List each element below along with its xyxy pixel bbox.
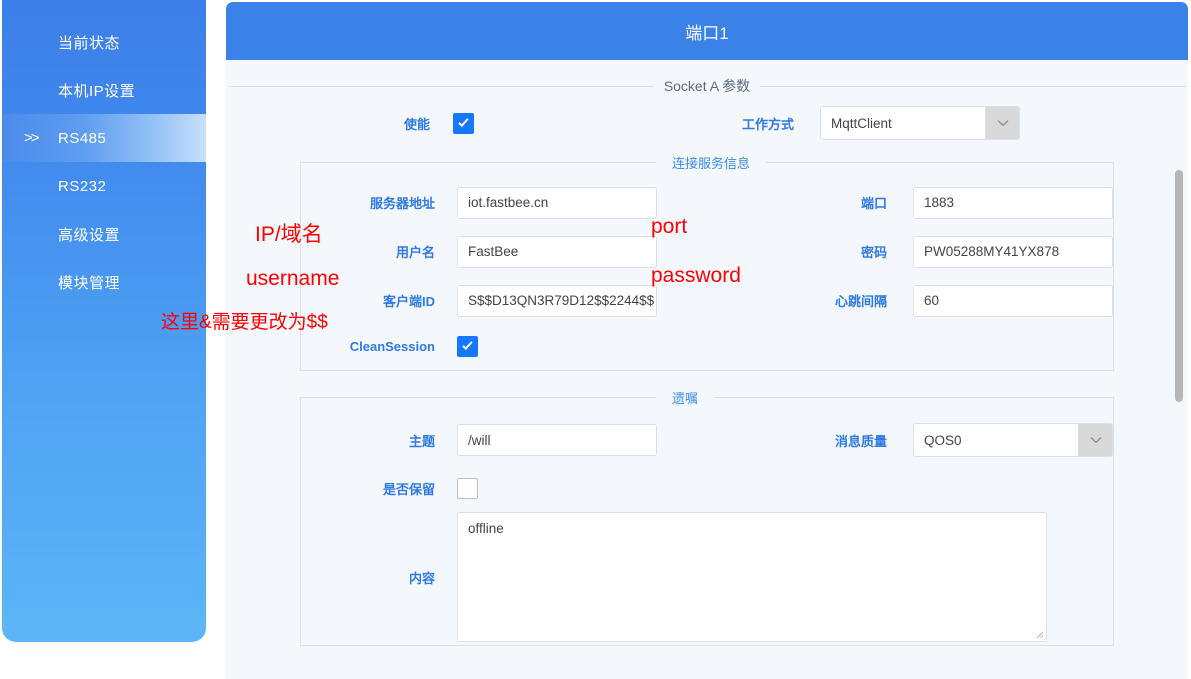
enable-label: 使能 [404, 114, 430, 133]
divider-left [301, 162, 656, 163]
connection-info-legend-label: 连接服务信息 [664, 153, 758, 172]
resize-grip-icon[interactable] [1034, 629, 1044, 639]
username-label: 用户名 [396, 242, 435, 261]
will-section: 遗嘱 主题 /will 消息质量 QOS0 [300, 397, 1114, 646]
will-topic-value: /will [468, 433, 491, 448]
content-textarea[interactable]: offline [457, 512, 1047, 642]
panel-header: 端口1 [226, 2, 1188, 60]
enable-checkbox[interactable] [453, 113, 474, 134]
workmode-select-value: MqttClient [821, 107, 985, 139]
page-title: 端口1 [685, 19, 728, 44]
client-id-input[interactable]: S$$D13QN3R79D12$$2244$$ [457, 285, 657, 317]
sidebar-item-label: RS485 [58, 130, 106, 147]
cleansession-label: CleanSession [350, 339, 435, 354]
socket-a-legend-label: Socket A 参数 [664, 76, 750, 96]
port-value: 1883 [924, 195, 954, 210]
cleansession-checkbox[interactable] [457, 336, 478, 357]
heartbeat-input[interactable]: 60 [913, 285, 1113, 317]
password-value: PW05288MY41YX878 [924, 244, 1059, 259]
workmode-select[interactable]: MqttClient [820, 106, 1020, 140]
sidebar-item-advanced-settings[interactable]: 高级设置 [2, 210, 206, 258]
will-legend: 遗嘱 [301, 388, 1113, 407]
annotation-username: username [246, 267, 339, 291]
port-label: 端口 [861, 193, 887, 212]
enable-workmode-row: 使能 工作方式 MqttClient [226, 96, 1188, 150]
client-id-value: S$$D13QN3R79D12$$2244$$ [468, 293, 654, 308]
sidebar-item-label: RS232 [58, 178, 106, 195]
retain-row: 是否保留 [301, 467, 1113, 509]
topic-qos-row: 主题 /will 消息质量 QOS0 [301, 413, 1113, 467]
main-panel: 端口1 Socket A 参数 使能 工作方式 MqttClient [226, 2, 1188, 679]
qos-label: 消息质量 [835, 431, 887, 450]
workmode-label: 工作方式 [742, 114, 794, 133]
sidebar-item-current-status[interactable]: 当前状态 [2, 18, 206, 66]
heartbeat-value: 60 [924, 293, 939, 308]
sidebar-item-rs485[interactable]: >> RS485 [2, 114, 206, 162]
divider-right [714, 397, 1113, 398]
server-port-row: 服务器地址 iot.fastbee.cn 端口 1883 [301, 178, 1113, 227]
chevron-down-icon[interactable] [1078, 424, 1112, 456]
server-address-input[interactable]: iot.fastbee.cn [457, 187, 657, 219]
cleansession-row: CleanSession [301, 325, 1113, 367]
sidebar-item-label: 本机IP设置 [58, 80, 135, 101]
client-id-label: 客户端ID [383, 291, 435, 310]
sidebar-item-label: 高级设置 [58, 224, 120, 245]
socket-a-legend: Socket A 参数 [226, 76, 1188, 96]
connection-info-legend: 连接服务信息 [301, 153, 1113, 172]
username-value: FastBee [468, 244, 518, 259]
retain-label: 是否保留 [383, 479, 435, 498]
content-row: 内容 offline [301, 509, 1113, 645]
sidebar-item-label: 模块管理 [58, 272, 120, 293]
qos-select-value: QOS0 [914, 424, 1078, 456]
panel-scrollbar-thumb[interactable] [1175, 170, 1183, 402]
annotation-port: port [651, 215, 687, 239]
panel-scrollbar-track[interactable] [1173, 62, 1185, 679]
server-address-label: 服务器地址 [370, 193, 435, 212]
app-root: 当前状态 本机IP设置 >> RS485 RS232 高级设置 模块管理 端口1… [0, 0, 1191, 679]
divider-left [228, 86, 654, 87]
will-topic-label: 主题 [409, 431, 435, 450]
heartbeat-label: 心跳间隔 [835, 291, 887, 310]
divider-right [766, 162, 1113, 163]
sidebar-item-module-management[interactable]: 模块管理 [2, 258, 206, 306]
username-input[interactable]: FastBee [457, 236, 657, 268]
annotation-password: password [651, 264, 741, 288]
retain-checkbox[interactable] [457, 478, 478, 499]
divider-left [301, 397, 656, 398]
double-chevron-right-icon: >> [24, 130, 38, 147]
will-legend-label: 遗嘱 [664, 388, 706, 407]
password-label: 密码 [861, 242, 887, 261]
sidebar-item-label: 当前状态 [58, 32, 120, 53]
sidebar-item-local-ip-settings[interactable]: 本机IP设置 [2, 66, 206, 114]
chevron-down-icon[interactable] [985, 107, 1019, 139]
divider-right [760, 86, 1186, 87]
port-input[interactable]: 1883 [913, 187, 1113, 219]
annotation-clientid-note: 这里&需要更改为$$ [161, 307, 328, 334]
will-topic-input[interactable]: /will [457, 424, 657, 456]
sidebar-item-rs232[interactable]: RS232 [2, 162, 206, 210]
server-address-value: iot.fastbee.cn [468, 195, 548, 210]
annotation-ip-domain: IP/域名 [255, 218, 323, 248]
content-value: offline [468, 521, 504, 536]
password-input[interactable]: PW05288MY41YX878 [913, 236, 1113, 268]
qos-select[interactable]: QOS0 [913, 423, 1113, 457]
content-label: 内容 [409, 568, 435, 587]
